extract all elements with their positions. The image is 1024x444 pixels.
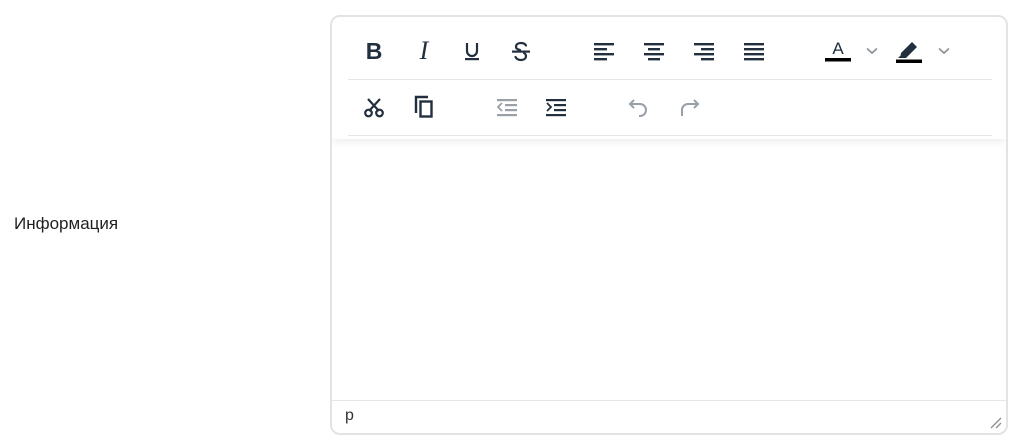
- align-center-icon: [644, 43, 664, 61]
- outdent-icon: [496, 99, 517, 117]
- undo-icon: [628, 99, 647, 117]
- indent-icon: [546, 99, 566, 117]
- toolbar-row-formatting: B I A: [348, 23, 992, 80]
- align-right-button[interactable]: [686, 33, 722, 69]
- redo-icon: [681, 99, 700, 116]
- text-color-dropdown[interactable]: [862, 33, 882, 69]
- underline-icon: [465, 43, 479, 61]
- text-color-icon: A: [825, 39, 851, 62]
- bold-button[interactable]: B: [356, 33, 392, 69]
- align-justify-icon: [744, 43, 764, 61]
- italic-icon: I: [419, 36, 429, 65]
- text-color-button[interactable]: A: [820, 33, 856, 69]
- copy-button[interactable]: [406, 89, 442, 125]
- resize-handle-icon[interactable]: [988, 415, 1002, 429]
- underline-button[interactable]: [454, 33, 490, 69]
- strikethrough-icon: [512, 41, 530, 62]
- highlight-color-dropdown[interactable]: [934, 33, 954, 69]
- align-right-icon: [694, 43, 714, 61]
- align-left-icon: [594, 43, 614, 61]
- highlighter-icon: [896, 42, 922, 63]
- italic-button[interactable]: I: [406, 33, 442, 69]
- editor-statusbar: p: [332, 400, 1006, 433]
- outdent-button[interactable]: [489, 89, 525, 125]
- strikethrough-button[interactable]: [503, 33, 539, 69]
- align-center-button[interactable]: [636, 33, 672, 69]
- bold-icon: B: [365, 37, 383, 64]
- toolbar-row-actions: [348, 79, 992, 136]
- undo-button[interactable]: [621, 89, 657, 125]
- highlight-color-button[interactable]: [891, 33, 927, 69]
- scissors-icon: [364, 98, 384, 118]
- svg-text:A: A: [832, 39, 844, 58]
- indent-button[interactable]: [538, 89, 574, 125]
- copy-icon: [414, 95, 433, 118]
- editor-toolbar: B I A: [332, 17, 1006, 139]
- element-path[interactable]: p: [345, 407, 354, 425]
- chevron-down-icon: [938, 47, 950, 55]
- rich-text-editor: B I A p: [330, 15, 1008, 435]
- field-label: Информация: [14, 214, 119, 233]
- redo-button[interactable]: [671, 89, 707, 125]
- align-justify-button[interactable]: [736, 33, 772, 69]
- editor-content-area[interactable]: [332, 139, 1006, 401]
- align-left-button[interactable]: [586, 33, 622, 69]
- chevron-down-icon: [866, 47, 878, 55]
- cut-button[interactable]: [356, 89, 392, 125]
